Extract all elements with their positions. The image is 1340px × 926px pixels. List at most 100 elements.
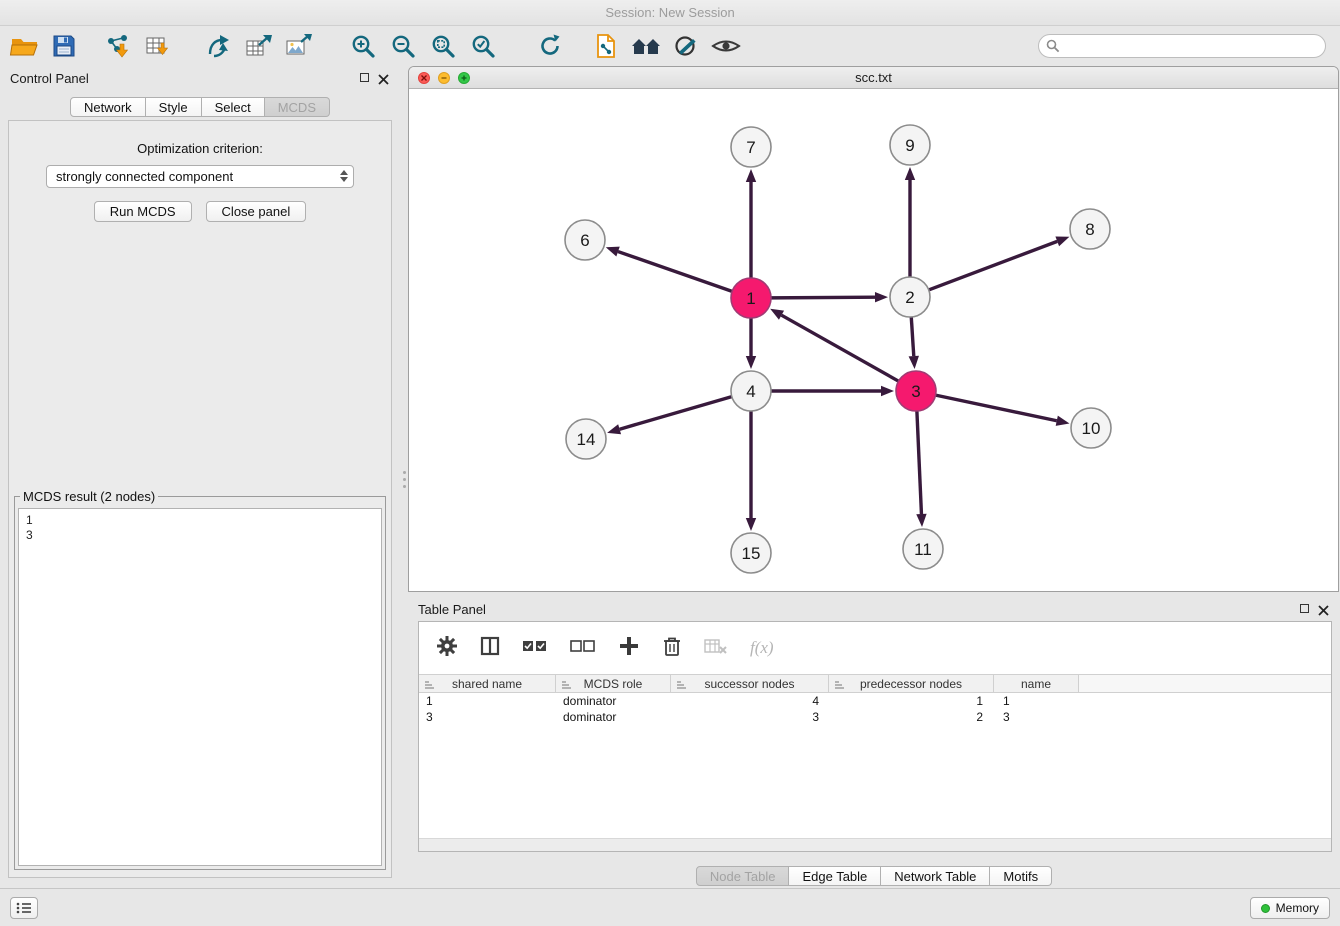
sort-icon: [834, 679, 845, 693]
tab-mcds[interactable]: MCDS: [265, 97, 330, 117]
run-mcds-button[interactable]: Run MCDS: [94, 201, 192, 222]
import-table-button[interactable]: [138, 30, 178, 62]
share-network-button[interactable]: [199, 30, 239, 62]
application-window: Session: New Session: [0, 0, 1340, 926]
zoom-in-button[interactable]: [343, 30, 383, 62]
network-window-titlebar[interactable]: scc.txt: [409, 67, 1338, 89]
show-hide-button[interactable]: [706, 30, 746, 62]
memory-button[interactable]: Memory: [1250, 897, 1330, 919]
search-input[interactable]: [1038, 34, 1326, 58]
column-header-shared-name[interactable]: shared name: [419, 675, 556, 692]
optimization-criterion-select[interactable]: strongly connected component: [46, 165, 354, 188]
deselect-all-columns-button[interactable]: [570, 637, 596, 660]
graph-edge-4-15[interactable]: [746, 411, 756, 531]
zoom-fit-button[interactable]: [423, 30, 463, 62]
tab-motifs[interactable]: Motifs: [990, 866, 1052, 886]
column-header-name[interactable]: name: [994, 675, 1079, 692]
graph-node-15[interactable]: 15: [731, 533, 771, 573]
save-session-button[interactable]: [44, 30, 84, 62]
task-history-button[interactable]: [10, 897, 38, 919]
tab-select[interactable]: Select: [202, 97, 265, 117]
close-table-panel-icon[interactable]: [1318, 603, 1329, 614]
graph-edge-1-7[interactable]: [746, 169, 756, 278]
graph-node-9[interactable]: 9: [890, 125, 930, 165]
style-circle-button[interactable]: [666, 30, 706, 62]
table-arrow-icon: [245, 33, 273, 59]
minimize-window-button[interactable]: [438, 72, 450, 84]
cell-shared-name[interactable]: 3: [419, 709, 556, 725]
graph-node-7[interactable]: 7: [731, 127, 771, 167]
graph-edge-3-1[interactable]: [770, 309, 898, 381]
delete-table-button[interactable]: [704, 636, 728, 661]
apply-layout-button[interactable]: [530, 30, 570, 62]
tab-style[interactable]: Style: [146, 97, 202, 117]
tab-network-table[interactable]: Network Table: [881, 866, 990, 886]
column-header-predecessor-nodes[interactable]: predecessor nodes: [829, 675, 994, 692]
network-canvas[interactable]: 7 9 6 8 1 2 4 3 14 10 15 11: [409, 89, 1338, 591]
float-table-panel-icon[interactable]: [1300, 604, 1309, 613]
cell-predecessor-nodes[interactable]: 2: [829, 709, 994, 725]
graph-node-3[interactable]: 3: [896, 371, 936, 411]
graph-node-14[interactable]: 14: [566, 419, 606, 459]
graph-edge-4-14[interactable]: [607, 397, 732, 435]
graph-edge-2-8[interactable]: [929, 237, 1070, 290]
table-row[interactable]: 1 dominator 4 1 1: [419, 693, 1331, 709]
delete-column-button[interactable]: [662, 635, 682, 662]
panel-splitter-handle[interactable]: [401, 466, 407, 492]
window-title: Session: New Session: [605, 5, 734, 20]
table-settings-button[interactable]: [436, 635, 458, 662]
svg-text:2: 2: [905, 288, 914, 307]
graph-node-6[interactable]: 6: [565, 220, 605, 260]
graph-node-2[interactable]: 2: [890, 277, 930, 317]
mcds-result-list[interactable]: 1 3: [18, 508, 382, 866]
cell-name[interactable]: 3: [994, 709, 1079, 725]
open-document-network-button[interactable]: [586, 30, 626, 62]
cell-mcds-role[interactable]: dominator: [556, 693, 671, 709]
graph-edge-1-6[interactable]: [606, 247, 732, 292]
column-header-successor-nodes[interactable]: successor nodes: [671, 675, 829, 692]
select-all-columns-button[interactable]: [522, 637, 548, 660]
zoom-out-button[interactable]: [383, 30, 423, 62]
tab-node-table[interactable]: Node Table: [696, 866, 790, 886]
control-panel-tabs: Network Style Select MCDS: [0, 97, 400, 117]
close-panel-icon[interactable]: [378, 72, 389, 83]
add-column-button[interactable]: [618, 635, 640, 662]
close-window-button[interactable]: [418, 72, 430, 84]
graph-edge-1-4[interactable]: [746, 318, 756, 369]
close-panel-button[interactable]: Close panel: [206, 201, 307, 222]
cell-successor-nodes[interactable]: 4: [671, 693, 829, 709]
export-image-button[interactable]: [279, 30, 319, 62]
graph-edge-4-3[interactable]: [771, 386, 894, 396]
graph-node-8[interactable]: 8: [1070, 209, 1110, 249]
graph-edge-3-10[interactable]: [936, 395, 1070, 426]
graph-node-10[interactable]: 10: [1071, 408, 1111, 448]
graph-edge-3-11[interactable]: [916, 411, 926, 527]
table-row[interactable]: 3 dominator 3 2 3: [419, 709, 1331, 725]
float-panel-icon[interactable]: [360, 73, 369, 82]
column-header-mcds-role[interactable]: MCDS role: [556, 675, 671, 692]
horizontal-scrollbar[interactable]: [419, 838, 1331, 851]
homes-button[interactable]: [626, 30, 666, 62]
cell-successor-nodes[interactable]: 3: [671, 709, 829, 725]
checked-boxes-icon: [522, 637, 548, 655]
tab-edge-table[interactable]: Edge Table: [789, 866, 881, 886]
cell-predecessor-nodes[interactable]: 1: [829, 693, 994, 709]
graph-edge-1-2[interactable]: [771, 292, 888, 302]
cell-shared-name[interactable]: 1: [419, 693, 556, 709]
import-network-button[interactable]: [98, 30, 138, 62]
open-session-button[interactable]: [4, 30, 44, 62]
toggle-columns-button[interactable]: [480, 636, 500, 661]
graph-node-4[interactable]: 4: [731, 371, 771, 411]
selected-criterion: strongly connected component: [56, 169, 233, 184]
cell-mcds-role[interactable]: dominator: [556, 709, 671, 725]
zoom-selected-button[interactable]: [463, 30, 503, 62]
graph-edge-2-3[interactable]: [909, 317, 919, 369]
graph-edge-2-9[interactable]: [905, 167, 915, 277]
tab-network[interactable]: Network: [70, 97, 146, 117]
maximize-window-button[interactable]: [458, 72, 470, 84]
graph-node-1[interactable]: 1: [731, 278, 771, 318]
cell-name[interactable]: 1: [994, 693, 1079, 709]
function-builder-button[interactable]: f(x): [750, 638, 774, 658]
network-from-table-button[interactable]: [239, 30, 279, 62]
graph-node-11[interactable]: 11: [903, 529, 943, 569]
